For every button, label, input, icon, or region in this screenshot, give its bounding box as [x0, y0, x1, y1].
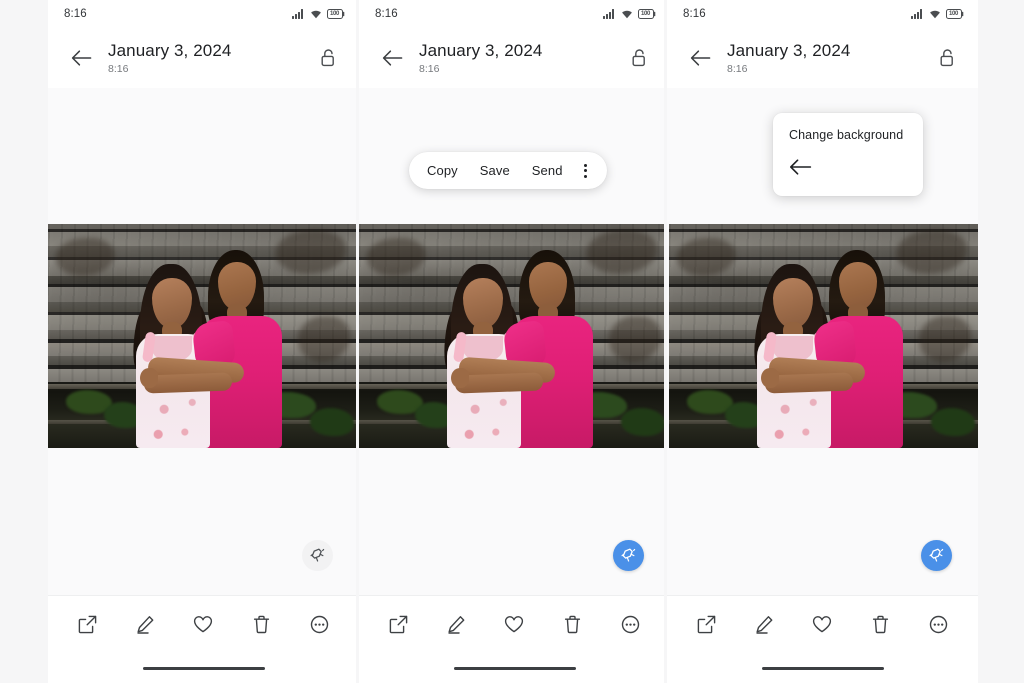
photo-viewer-area — [48, 88, 359, 595]
change-background-label: Change background — [789, 128, 904, 142]
unlocked-padlock-icon[interactable] — [313, 43, 343, 73]
back-button[interactable] — [66, 43, 96, 73]
more-circle-icon[interactable] — [614, 609, 648, 639]
change-background-popup: Change background — [773, 113, 923, 196]
pencil-icon[interactable] — [439, 609, 473, 639]
save-button[interactable]: Save — [480, 163, 510, 178]
photo-viewer-area: Copy Save Send — [359, 88, 670, 595]
trash-icon[interactable] — [245, 609, 279, 639]
popup-back-button[interactable] — [773, 158, 812, 176]
phone-panel-1: 8:16 100 January 3, 2024 8:16 — [48, 0, 359, 683]
battery-level-text: 100 — [948, 11, 959, 17]
share-icon[interactable] — [381, 609, 415, 639]
app-bar-title-group: January 3, 2024 8:16 — [108, 40, 313, 76]
app-bar: January 3, 2024 8:16 — [359, 28, 670, 88]
status-bar: 8:16 100 — [359, 0, 670, 28]
status-bar-icons: 100 — [292, 9, 345, 19]
more-circle-icon[interactable] — [303, 609, 337, 639]
status-bar-time: 8:16 — [64, 8, 87, 20]
status-bar-time: 8:16 — [375, 8, 398, 20]
photo-image[interactable] — [669, 224, 978, 448]
cellular-signal-icon — [603, 9, 616, 19]
status-bar-icons: 100 — [911, 9, 964, 19]
home-indicator — [453, 666, 576, 670]
bottom-toolbar — [359, 595, 670, 683]
panel-separator — [664, 0, 667, 683]
page-title: January 3, 2024 — [727, 41, 851, 60]
heart-icon[interactable] — [497, 609, 531, 639]
send-button[interactable]: Send — [532, 163, 563, 178]
photo-image[interactable] — [359, 224, 670, 448]
home-indicator — [761, 666, 884, 670]
app-bar: January 3, 2024 8:16 — [48, 28, 359, 88]
more-circle-icon[interactable] — [922, 609, 956, 639]
battery-icon: 100 — [638, 9, 656, 19]
cellular-signal-icon — [911, 9, 924, 19]
page-subtitle-time: 8:16 — [108, 63, 129, 75]
battery-icon: 100 — [327, 9, 345, 19]
app-bar: January 3, 2024 8:16 — [667, 28, 978, 88]
magic-eraser-fab[interactable] — [921, 540, 952, 571]
home-indicator — [142, 666, 265, 670]
wifi-icon — [621, 9, 633, 19]
pencil-icon[interactable] — [128, 609, 162, 639]
bottom-toolbar — [667, 595, 978, 683]
kebab-menu-icon[interactable] — [579, 161, 593, 181]
unlocked-padlock-icon[interactable] — [624, 43, 654, 73]
pencil-icon[interactable] — [747, 609, 781, 639]
battery-level-text: 100 — [329, 11, 340, 17]
app-bar-title-group: January 3, 2024 8:16 — [727, 40, 932, 76]
trash-icon[interactable] — [556, 609, 590, 639]
cellular-signal-icon — [292, 9, 305, 19]
screenshot-stage: 8:16 100 January 3, 2024 8:16 8:16 100 J… — [0, 0, 1024, 683]
battery-level-text: 100 — [640, 11, 651, 17]
magic-eraser-fab[interactable] — [302, 540, 333, 571]
unlocked-padlock-icon[interactable] — [932, 43, 962, 73]
phone-panel-3: 8:16 100 January 3, 2024 8:16 Change bac… — [667, 0, 978, 683]
photo-actions-popup: Copy Save Send — [409, 152, 607, 189]
photo-image[interactable] — [48, 224, 359, 448]
photo-viewer-area: Change background — [667, 88, 978, 595]
page-title: January 3, 2024 — [108, 41, 232, 60]
trash-icon[interactable] — [864, 609, 898, 639]
status-bar: 8:16 100 — [667, 0, 978, 28]
heart-icon[interactable] — [805, 609, 839, 639]
panel-separator — [356, 0, 359, 683]
page-title: January 3, 2024 — [419, 41, 543, 60]
back-button[interactable] — [685, 43, 715, 73]
app-bar-title-group: January 3, 2024 8:16 — [419, 40, 624, 76]
status-bar: 8:16 100 — [48, 0, 359, 28]
phone-panel-2: 8:16 100 January 3, 2024 8:16 Copy Save … — [359, 0, 670, 683]
status-bar-time: 8:16 — [683, 8, 706, 20]
page-subtitle-time: 8:16 — [419, 63, 440, 75]
heart-icon[interactable] — [186, 609, 220, 639]
bottom-toolbar — [48, 595, 359, 683]
wifi-icon — [310, 9, 322, 19]
back-button[interactable] — [377, 43, 407, 73]
status-bar-icons: 100 — [603, 9, 656, 19]
battery-icon: 100 — [946, 9, 964, 19]
share-icon[interactable] — [689, 609, 723, 639]
share-icon[interactable] — [70, 609, 104, 639]
copy-button[interactable]: Copy — [427, 163, 458, 178]
magic-eraser-fab[interactable] — [613, 540, 644, 571]
page-subtitle-time: 8:16 — [727, 63, 748, 75]
wifi-icon — [929, 9, 941, 19]
